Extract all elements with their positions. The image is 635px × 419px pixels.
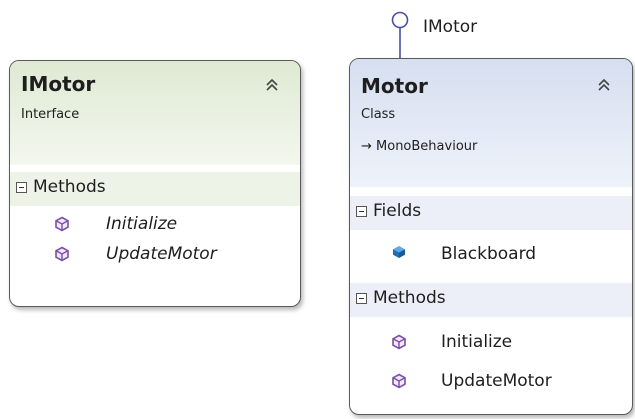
- list-item[interactable]: Blackboard: [350, 240, 632, 270]
- interface-lollipop-icon: [391, 11, 409, 60]
- section-label: Methods: [33, 177, 106, 197]
- imotor-methods-header[interactable]: Methods: [10, 172, 300, 206]
- motor-methods-header[interactable]: Methods: [350, 283, 632, 317]
- method-cube-icon: [55, 246, 69, 262]
- method-name: UpdateMotor: [441, 371, 552, 391]
- method-name: UpdateMotor: [106, 244, 217, 264]
- collapse-double-chevron-up-icon[interactable]: [264, 77, 280, 93]
- method-cube-icon: [392, 334, 406, 350]
- imotor-interface-shape[interactable]: IMotor Interface Methods Initialize Upda…: [9, 60, 301, 307]
- section-label: Fields: [373, 201, 422, 221]
- field-name: Blackboard: [441, 244, 537, 264]
- method-name: Initialize: [106, 214, 178, 234]
- imotor-header[interactable]: IMotor Interface: [10, 61, 300, 165]
- lollipop-interface-label: IMotor: [423, 17, 478, 37]
- motor-fields-header[interactable]: Fields: [350, 196, 632, 230]
- collapse-toggle-icon[interactable]: [356, 206, 367, 217]
- list-item[interactable]: Initialize: [350, 328, 632, 358]
- imotor-stereotype: Interface: [21, 107, 80, 122]
- field-icon: [393, 246, 405, 258]
- collapse-toggle-icon[interactable]: [356, 293, 367, 304]
- list-item[interactable]: Initialize: [10, 210, 300, 240]
- method-name: Initialize: [441, 332, 513, 352]
- motor-name: Motor: [361, 74, 428, 98]
- imotor-name: IMotor: [21, 72, 96, 96]
- list-item[interactable]: UpdateMotor: [350, 367, 632, 397]
- motor-header[interactable]: Motor Class → MonoBehaviour: [350, 59, 632, 187]
- motor-base-class: → MonoBehaviour: [361, 139, 478, 154]
- method-cube-icon: [392, 373, 406, 389]
- list-item[interactable]: UpdateMotor: [10, 240, 300, 270]
- section-label: Methods: [373, 288, 446, 308]
- collapse-toggle-icon[interactable]: [16, 182, 27, 193]
- method-cube-icon: [55, 216, 69, 232]
- motor-stereotype: Class: [361, 107, 396, 122]
- motor-class-shape[interactable]: Motor Class → MonoBehaviour Fields Black…: [349, 58, 633, 415]
- collapse-double-chevron-up-icon[interactable]: [596, 77, 612, 93]
